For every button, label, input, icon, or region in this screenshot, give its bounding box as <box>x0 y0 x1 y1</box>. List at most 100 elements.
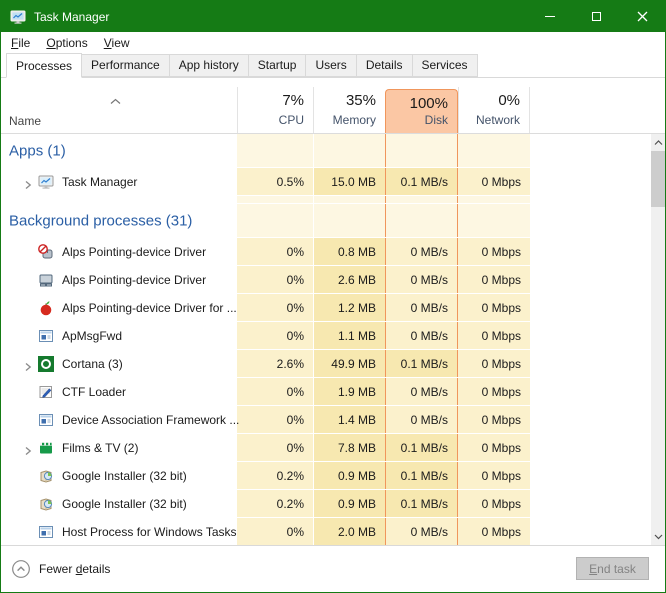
tab-details[interactable]: Details <box>355 54 413 77</box>
process-name: Films & TV (2) <box>62 441 139 455</box>
maximize-icon <box>591 12 601 21</box>
films-tv-icon <box>38 440 54 456</box>
close-icon <box>637 11 647 22</box>
process-row-google-installer-32-bit[interactable]: 0.2% 0.9 MB 0.1 MB/s 0 Mbps Google Installer… <box>1 490 651 518</box>
cell-memory <box>313 204 385 237</box>
pointing-device-blocked-icon <box>38 244 54 260</box>
cell-memory: 2.0 MB <box>313 518 385 545</box>
menu-item-view[interactable]: View <box>96 34 138 52</box>
cell-disk: 0.1 MB/s <box>385 462 458 489</box>
window-icon <box>38 524 54 540</box>
scrollbar-thumb[interactable] <box>651 151 665 207</box>
menu-bar: File Options View <box>1 32 665 53</box>
process-row-alps-pointing-device-driver-for[interactable]: 0% 1.2 MB 0 MB/s 0 Mbps Alps Pointing-device… <box>1 294 651 322</box>
cell-network: 0 Mbps <box>458 378 530 405</box>
vertical-scrollbar[interactable] <box>651 134 665 545</box>
cell-cpu: 0% <box>237 322 313 349</box>
fewer-details-button[interactable]: Fewer details <box>11 559 110 579</box>
cell-cpu: 0% <box>237 238 313 265</box>
window-icon <box>38 328 54 344</box>
tab-services[interactable]: Services <box>411 54 478 77</box>
process-row-host-process-for-windows-tasks[interactable]: 0% 2.0 MB 0 MB/s 0 Mbps Host Process for Win… <box>1 518 651 545</box>
column-header-memory[interactable]: 35% Memory <box>313 87 385 133</box>
cell-network: 0 Mbps <box>458 322 530 349</box>
process-row-apmsgfwd[interactable]: 0% 1.1 MB 0 MB/s 0 Mbps ApMsgFwd <box>1 322 651 350</box>
process-row-alps-pointing-device-driver[interactable]: 0% 0.8 MB 0 MB/s 0 Mbps Alps Pointing-device… <box>1 238 651 266</box>
scroll-up-button[interactable] <box>651 134 665 151</box>
process-row-films-tv-2[interactable]: 0% 7.8 MB 0.1 MB/s 0 Mbps Films & TV (2) <box>1 434 651 462</box>
tab-app-history[interactable]: App history <box>168 54 249 77</box>
process-row-device-association-framework[interactable]: 0% 1.4 MB 0 MB/s 0 Mbps Device Association F… <box>1 406 651 434</box>
process-name: Cortana (3) <box>62 357 123 371</box>
cell-memory: 1.9 MB <box>313 378 385 405</box>
column-header-name[interactable]: Name <box>1 87 237 133</box>
cell-memory: 49.9 MB <box>313 350 385 377</box>
maximize-button[interactable] <box>573 1 619 32</box>
cell-disk: 0 MB/s <box>385 238 458 265</box>
window-icon <box>38 412 54 428</box>
cell-network: 0 Mbps <box>458 168 530 195</box>
cell-cpu: 2.6% <box>237 350 313 377</box>
title-bar: Task Manager <box>1 1 665 32</box>
menu-item-options[interactable]: Options <box>38 34 95 52</box>
group-header-background-processes-31[interactable]: Background processes (31) <box>1 204 651 238</box>
group-label: Apps (1) <box>9 142 66 160</box>
menu-item-file[interactable]: File <box>3 34 38 52</box>
column-label: CPU <box>278 113 304 127</box>
column-label: Disk <box>424 113 448 127</box>
cortana-icon <box>38 356 54 372</box>
tab-users[interactable]: Users <box>305 54 357 77</box>
cell-network: 0 Mbps <box>458 266 530 293</box>
tab-bar: Processes Performance App history Startup Us… <box>1 53 665 78</box>
cell-disk <box>385 196 458 203</box>
column-header-cpu[interactable]: 7% CPU <box>237 87 313 133</box>
scroll-down-button[interactable] <box>651 528 665 545</box>
scroll-up-icon <box>654 139 662 145</box>
apple-icon <box>38 300 54 316</box>
column-label: Memory <box>332 113 376 127</box>
fewer-details-label: Fewer details <box>39 561 111 576</box>
cell-disk: 0.1 MB/s <box>385 168 458 195</box>
scroll-down-icon <box>654 534 662 539</box>
close-button[interactable] <box>619 1 665 32</box>
tab-processes[interactable]: Processes <box>6 53 83 78</box>
cell-network <box>458 204 530 237</box>
chevron-right-icon[interactable] <box>23 443 33 455</box>
cell-network <box>458 134 530 167</box>
cell-cpu: 0% <box>237 406 313 433</box>
cell-network: 0 Mbps <box>458 294 530 321</box>
task-manager-window: Task Manager File Options View Processes Pe… <box>0 0 666 593</box>
process-row-alps-pointing-device-driver[interactable]: 0% 2.6 MB 0 MB/s 0 Mbps Alps Pointing-device… <box>1 266 651 294</box>
end-task-button[interactable]: End task <box>576 557 649 580</box>
process-row-google-installer-32-bit[interactable]: 0.2% 0.9 MB 0.1 MB/s 0 Mbps Google Installer… <box>1 462 651 490</box>
column-header-disk[interactable]: 100% Disk <box>385 89 458 133</box>
cell-cpu <box>237 204 313 237</box>
process-row-cortana-3[interactable]: 2.6% 49.9 MB 0.1 MB/s 0 Mbps Cortana (3) <box>1 350 651 378</box>
cell-memory: 15.0 MB <box>313 168 385 195</box>
cell-network: 0 Mbps <box>458 238 530 265</box>
circled-chevron-up-icon <box>12 559 30 578</box>
column-usage-percent: 35% <box>345 92 376 109</box>
column-usage-percent: 100% <box>409 95 448 112</box>
minimize-icon <box>545 16 555 17</box>
column-label: Network <box>475 113 520 127</box>
minimize-button[interactable] <box>527 1 573 32</box>
tab-startup[interactable]: Startup <box>247 54 307 77</box>
cell-disk: 0.1 MB/s <box>385 350 458 377</box>
chevron-right-icon[interactable] <box>23 177 33 189</box>
process-row-ctf-loader[interactable]: 0% 1.9 MB 0 MB/s 0 Mbps CTF Loader <box>1 378 651 406</box>
task-manager-icon <box>10 9 26 25</box>
chevron-right-icon[interactable] <box>23 359 33 371</box>
cell-memory: 7.8 MB <box>313 434 385 461</box>
cell-cpu: 0.2% <box>237 462 313 489</box>
tab-performance[interactable]: Performance <box>81 54 170 77</box>
cell-network: 0 Mbps <box>458 462 530 489</box>
cell-cpu: 0% <box>237 518 313 545</box>
column-header-network[interactable]: 0% Network <box>458 87 530 133</box>
column-header-row: Name 7% CPU 35% Memory 100% Disk 0% Network <box>1 87 665 134</box>
cell-disk: 0.1 MB/s <box>385 434 458 461</box>
process-row-task-manager[interactable]: 0.5% 15.0 MB 0.1 MB/s 0 Mbps Task Manager <box>1 168 651 196</box>
cell-cpu: 0% <box>237 294 313 321</box>
footer-bar: Fewer details End task <box>1 546 665 591</box>
group-header-apps-1[interactable]: Apps (1) <box>1 134 651 168</box>
